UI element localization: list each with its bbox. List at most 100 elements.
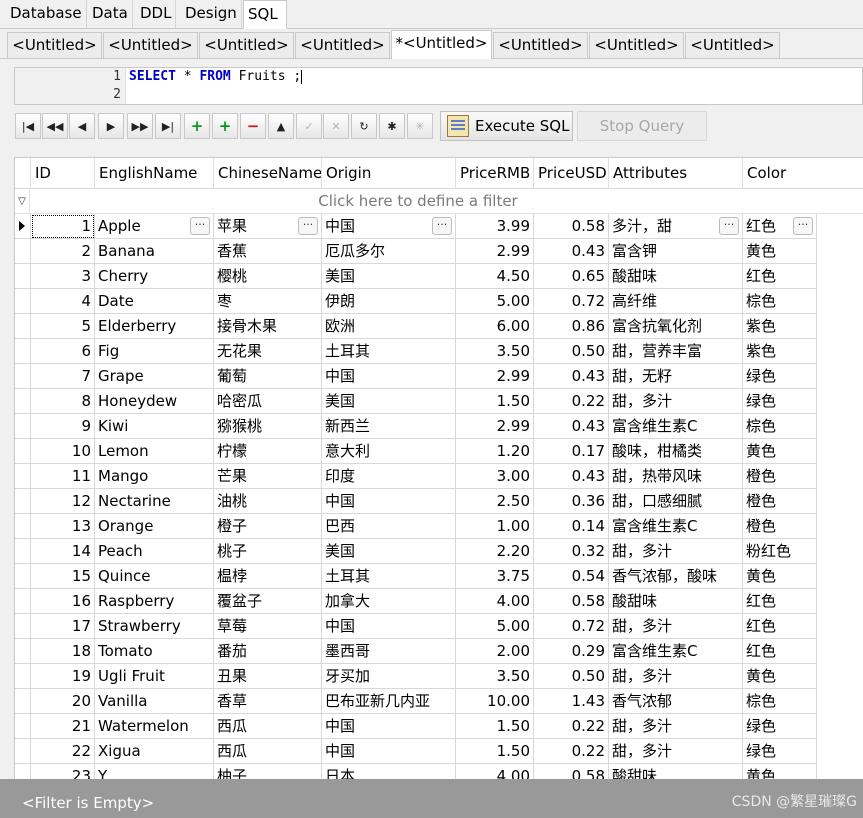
cell-englishname[interactable]: Ugli Fruit: [95, 664, 214, 689]
cell-attributes[interactable]: 高纤维: [609, 289, 743, 314]
cell-priceusd[interactable]: 1.43: [534, 689, 609, 714]
filter-row[interactable]: ▽ Click here to define a filter: [15, 189, 863, 214]
cell-attributes[interactable]: 酸甜味: [609, 764, 743, 779]
ellipsis-button-icon[interactable]: ···: [432, 217, 452, 235]
cell-attributes[interactable]: 甜，营养丰富: [609, 339, 743, 364]
execute-sql-button[interactable]: Execute SQL: [440, 111, 573, 141]
cell-color[interactable]: 黄色: [743, 764, 817, 779]
cell-englishname[interactable]: Honeydew: [95, 389, 214, 414]
cell-chinesename[interactable]: 香蕉: [214, 239, 322, 264]
table-row[interactable]: 3 Cherry 樱桃 美国 4.50 0.65 酸甜味 红色: [15, 264, 817, 289]
cell-id[interactable]: 8: [31, 389, 95, 414]
row-indicator[interactable]: [15, 264, 31, 289]
cell-pricermb[interactable]: 2.99: [456, 239, 534, 264]
row-indicator[interactable]: [15, 764, 31, 779]
table-row[interactable]: 23 Y 柚子 日本 4.00 0.58 酸甜味 黄色: [15, 764, 817, 779]
cell-attributes[interactable]: 甜，多汁: [609, 389, 743, 414]
cell-priceusd[interactable]: 0.22: [534, 714, 609, 739]
cell-id[interactable]: 15: [31, 564, 95, 589]
query-tab[interactable]: <Untitled>: [589, 32, 684, 58]
cell-color[interactable]: 棕色: [743, 289, 817, 314]
cell-id[interactable]: 12: [31, 489, 95, 514]
cell-origin[interactable]: 墨西哥: [322, 639, 456, 664]
cell-chinesename[interactable]: 哈密瓜: [214, 389, 322, 414]
cell-pricermb[interactable]: 5.00: [456, 614, 534, 639]
cell-attributes[interactable]: 富含维生素C: [609, 514, 743, 539]
row-indicator[interactable]: [15, 464, 31, 489]
cell-id[interactable]: 17: [31, 614, 95, 639]
cell-pricermb[interactable]: 3.75: [456, 564, 534, 589]
prior-record-icon[interactable]: ◀: [69, 113, 95, 139]
ellipsis-button-icon[interactable]: ···: [298, 217, 318, 235]
cell-color[interactable]: 黄色: [743, 239, 817, 264]
cell-chinesename[interactable]: 枣: [214, 289, 322, 314]
cell-pricermb[interactable]: 2.99: [456, 364, 534, 389]
cell-priceusd[interactable]: 0.86: [534, 314, 609, 339]
cell-color[interactable]: 紫色: [743, 314, 817, 339]
cell-englishname[interactable]: Grape: [95, 364, 214, 389]
cell-origin[interactable]: 中国: [322, 614, 456, 639]
cell-englishname[interactable]: Peach: [95, 539, 214, 564]
cell-pricermb[interactable]: 4.50: [456, 264, 534, 289]
tab-design[interactable]: Design: [181, 0, 242, 28]
stop-query-button[interactable]: Stop Query: [577, 111, 707, 141]
cell-priceusd[interactable]: 0.43: [534, 414, 609, 439]
column-header-id[interactable]: ID: [31, 158, 95, 189]
cell-attributes[interactable]: 甜，多汁: [609, 664, 743, 689]
clear-icon[interactable]: ✳: [407, 113, 433, 139]
filter-status[interactable]: <Filter is Empty>: [22, 779, 154, 818]
cell-pricermb[interactable]: 3.50: [456, 339, 534, 364]
cell-pricermb[interactable]: 1.00: [456, 514, 534, 539]
cell-origin[interactable]: 中国: [322, 364, 456, 389]
cell-origin[interactable]: 中国: [322, 714, 456, 739]
table-row[interactable]: 19 Ugli Fruit 丑果 牙买加 3.50 0.50 甜，多汁 黄色: [15, 664, 817, 689]
cell-chinesename[interactable]: 香草: [214, 689, 322, 714]
cell-attributes[interactable]: 富含维生素C: [609, 639, 743, 664]
row-indicator[interactable]: [15, 614, 31, 639]
cell-englishname[interactable]: Cherry: [95, 264, 214, 289]
query-tab-active[interactable]: *<Untitled>: [391, 30, 492, 59]
cell-chinesename[interactable]: 西瓜: [214, 714, 322, 739]
cell-englishname[interactable]: Y: [95, 764, 214, 779]
cell-englishname[interactable]: Tomato: [95, 639, 214, 664]
row-indicator[interactable]: [15, 289, 31, 314]
cell-attributes[interactable]: 富含抗氧化剂: [609, 314, 743, 339]
query-tab[interactable]: <Untitled>: [685, 32, 780, 58]
column-header-origin[interactable]: Origin: [322, 158, 456, 189]
cell-englishname[interactable]: Xigua: [95, 739, 214, 764]
sql-code-line[interactable]: SELECT * FROM Fruits ;: [129, 68, 303, 86]
row-indicator[interactable]: [15, 689, 31, 714]
ellipsis-button-icon[interactable]: ···: [190, 217, 210, 235]
cell-color[interactable]: 绿色: [743, 739, 817, 764]
cell-color[interactable]: 黄色: [743, 664, 817, 689]
cell-pricermb[interactable]: 1.50: [456, 739, 534, 764]
cell-chinesename[interactable]: 榅桲: [214, 564, 322, 589]
row-indicator[interactable]: [15, 589, 31, 614]
cell-englishname[interactable]: Quince: [95, 564, 214, 589]
cell-origin[interactable]: 新西兰: [322, 414, 456, 439]
cell-attributes[interactable]: 酸味，柑橘类: [609, 439, 743, 464]
cell-attributes[interactable]: 香气浓郁: [609, 689, 743, 714]
cell-id[interactable]: 23: [31, 764, 95, 779]
cell-englishname[interactable]: Strawberry: [95, 614, 214, 639]
cell-attributes[interactable]: 甜，无籽: [609, 364, 743, 389]
cell-id[interactable]: 3: [31, 264, 95, 289]
cell-priceusd[interactable]: 0.50: [534, 664, 609, 689]
cell-chinesename[interactable]: 猕猴桃: [214, 414, 322, 439]
row-indicator[interactable]: [15, 639, 31, 664]
insert-copy-icon[interactable]: +: [212, 113, 238, 139]
column-header-color[interactable]: Color: [743, 158, 863, 189]
cell-id[interactable]: 19: [31, 664, 95, 689]
cell-id[interactable]: 11: [31, 464, 95, 489]
cell-color[interactable]: 紫色: [743, 339, 817, 364]
cell-priceusd[interactable]: 0.58: [534, 589, 609, 614]
cell-priceusd[interactable]: 0.43: [534, 364, 609, 389]
row-indicator[interactable]: [15, 539, 31, 564]
column-header-priceusd[interactable]: PriceUSD: [534, 158, 609, 189]
column-header-englishname[interactable]: EnglishName: [95, 158, 214, 189]
cell-chinesename[interactable]: 葡萄: [214, 364, 322, 389]
cell-pricermb[interactable]: 1.50: [456, 389, 534, 414]
cell-priceusd[interactable]: 0.58: [534, 764, 609, 779]
cell-origin[interactable]: 意大利: [322, 439, 456, 464]
cell-id[interactable]: 21: [31, 714, 95, 739]
